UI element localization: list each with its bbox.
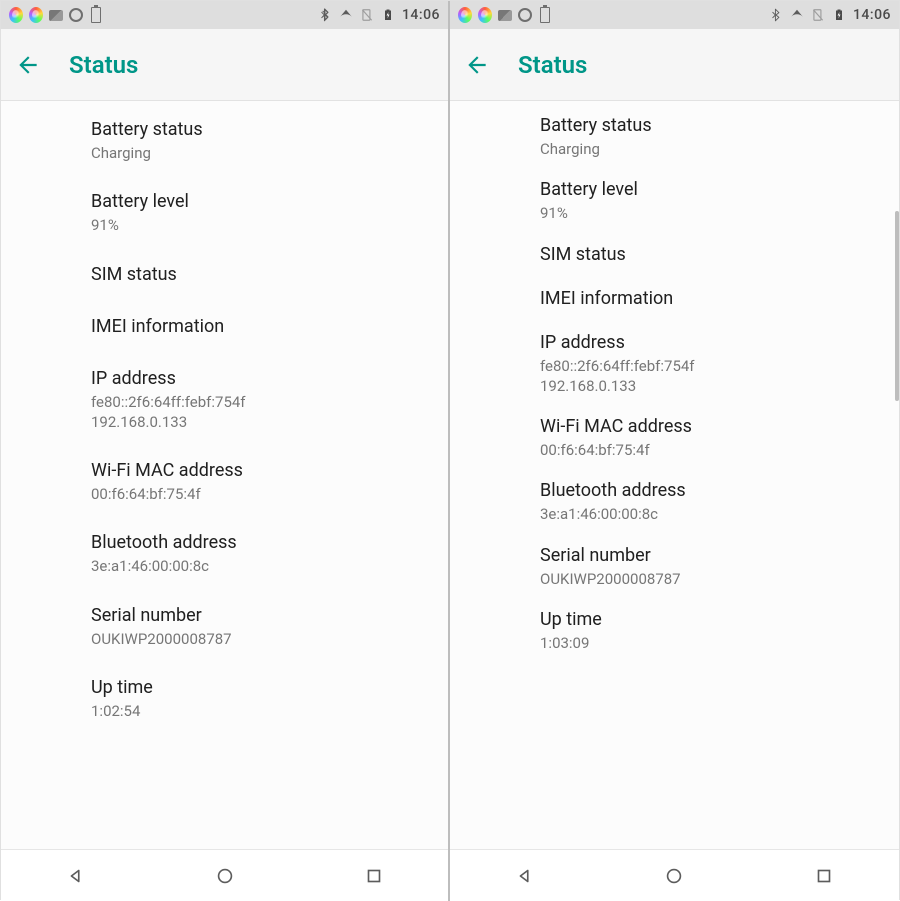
list-item[interactable]: Battery level 91% xyxy=(450,169,899,233)
bluetooth-icon xyxy=(769,8,783,22)
list-item[interactable]: IP addressfe80::2f6:64ff:febf:754f 192.1… xyxy=(1,354,448,447)
list-item[interactable]: Bluetooth address 3e:a1:46:00:00:8c xyxy=(450,470,899,534)
item-value: 91% xyxy=(91,215,424,235)
list-item[interactable]: SIM status xyxy=(1,250,448,302)
circle-icon xyxy=(69,8,83,22)
item-title: Battery level xyxy=(91,191,424,212)
item-title: Wi-Fi MAC address xyxy=(91,460,424,481)
phone-right: 14:06 Status Battery statusChargingBatte… xyxy=(450,1,899,901)
item-value: 1:03:09 xyxy=(540,633,875,653)
list-item[interactable]: Bluetooth address 3e:a1:46:00:00:8c xyxy=(1,518,448,590)
phone-left: 14:06 Status Battery statusChargingBatte… xyxy=(1,1,450,901)
item-title: Battery level xyxy=(540,179,875,200)
screenshot-pair: 14:06 Status Battery statusChargingBatte… xyxy=(0,0,900,900)
item-value: OUKIWP2000008787 xyxy=(91,629,424,649)
circle-icon xyxy=(518,8,532,22)
list-item[interactable]: Up time 1:02:54 xyxy=(1,663,448,735)
battery-outline-icon xyxy=(538,8,552,22)
nav-recent-button[interactable] xyxy=(339,856,409,896)
list-item[interactable]: Wi-Fi MAC address 00:f6:64:bf:75:4f xyxy=(1,446,448,518)
item-title: Battery status xyxy=(540,115,875,136)
picture-icon xyxy=(49,8,63,22)
item-title: Up time xyxy=(91,677,424,698)
nav-bar xyxy=(1,849,448,901)
page-title: Status xyxy=(69,51,138,79)
clock-text: 14:06 xyxy=(853,7,891,23)
nav-home-button[interactable] xyxy=(639,856,709,896)
item-value: Charging xyxy=(540,139,875,159)
item-title: Bluetooth address xyxy=(91,532,424,553)
battery-charging-icon xyxy=(832,8,846,22)
item-title: Serial number xyxy=(91,605,424,626)
app-header: Status xyxy=(450,29,899,101)
list-item[interactable]: Battery level 91% xyxy=(1,177,448,249)
item-value: 3e:a1:46:00:00:8c xyxy=(91,556,424,576)
no-sim-icon xyxy=(811,8,825,22)
list-item[interactable]: SIM status xyxy=(450,234,899,278)
list-item[interactable]: IMEI information xyxy=(450,278,899,322)
list-item[interactable]: Wi-Fi MAC address 00:f6:64:bf:75:4f xyxy=(450,406,899,470)
item-title: SIM status xyxy=(91,264,424,285)
status-bar: 14:06 xyxy=(1,1,448,29)
app-orb-icon xyxy=(478,8,492,22)
app-header: Status xyxy=(1,29,448,101)
battery-charging-icon xyxy=(381,8,395,22)
list-item[interactable]: Serial number OUKIWP2000008787 xyxy=(450,535,899,599)
clock-text: 14:06 xyxy=(402,7,440,23)
item-title: IMEI information xyxy=(91,316,424,337)
picture-icon xyxy=(498,8,512,22)
item-value: 3e:a1:46:00:00:8c xyxy=(540,504,875,524)
nav-back-button[interactable] xyxy=(41,856,111,896)
list-item[interactable]: Up time 1:03:09 xyxy=(450,599,899,663)
item-value: 91% xyxy=(540,203,875,223)
list-item[interactable]: IP addressfe80::2f6:64ff:febf:754f 192.1… xyxy=(450,322,899,407)
item-title: Serial number xyxy=(540,545,875,566)
back-button[interactable] xyxy=(464,51,492,79)
page-title: Status xyxy=(518,51,587,79)
item-title: IP address xyxy=(540,332,875,353)
list-left[interactable]: Battery status Charging Battery level 91% SI… xyxy=(1,101,448,849)
nav-home-button[interactable] xyxy=(190,856,260,896)
item-value: 00:f6:64:bf:75:4f xyxy=(540,440,875,460)
item-value: fe80::2f6:64ff:febf:754f 192.168.0.133 xyxy=(91,392,424,433)
item-title: IMEI information xyxy=(540,288,875,309)
item-title: Up time xyxy=(540,609,875,630)
back-button[interactable] xyxy=(15,51,43,79)
item-value: 00:f6:64:bf:75:4f xyxy=(91,484,424,504)
app-orb-icon xyxy=(29,8,43,22)
item-value: OUKIWP2000008787 xyxy=(540,569,875,589)
list-item[interactable]: IMEI information xyxy=(1,302,448,354)
wifi-icon xyxy=(339,8,353,22)
scrollbar-thumb[interactable] xyxy=(895,211,899,401)
item-title: Bluetooth address xyxy=(540,480,875,501)
item-value: 1:02:54 xyxy=(91,701,424,721)
list-item[interactable]: Battery status Charging xyxy=(450,105,899,169)
nav-bar xyxy=(450,849,899,901)
wifi-icon xyxy=(790,8,804,22)
app-orb-icon xyxy=(458,8,472,22)
item-title: Wi-Fi MAC address xyxy=(540,416,875,437)
list-right[interactable]: Battery status Charging Battery level 91% SI… xyxy=(450,101,899,849)
item-value: Charging xyxy=(91,143,424,163)
nav-back-button[interactable] xyxy=(490,856,560,896)
list-item[interactable]: Battery status Charging xyxy=(1,105,448,177)
item-title: SIM status xyxy=(540,244,875,265)
nav-recent-button[interactable] xyxy=(789,856,859,896)
item-value: fe80::2f6:64ff:febf:754f 192.168.0.133 xyxy=(540,356,875,397)
list-item[interactable]: Serial number OUKIWP2000008787 xyxy=(1,591,448,663)
item-title: Battery status xyxy=(91,119,424,140)
item-title: IP address xyxy=(91,368,424,389)
app-orb-icon xyxy=(9,8,23,22)
battery-outline-icon xyxy=(89,8,103,22)
status-bar: 14:06 xyxy=(450,1,899,29)
no-sim-icon xyxy=(360,8,374,22)
bluetooth-icon xyxy=(318,8,332,22)
